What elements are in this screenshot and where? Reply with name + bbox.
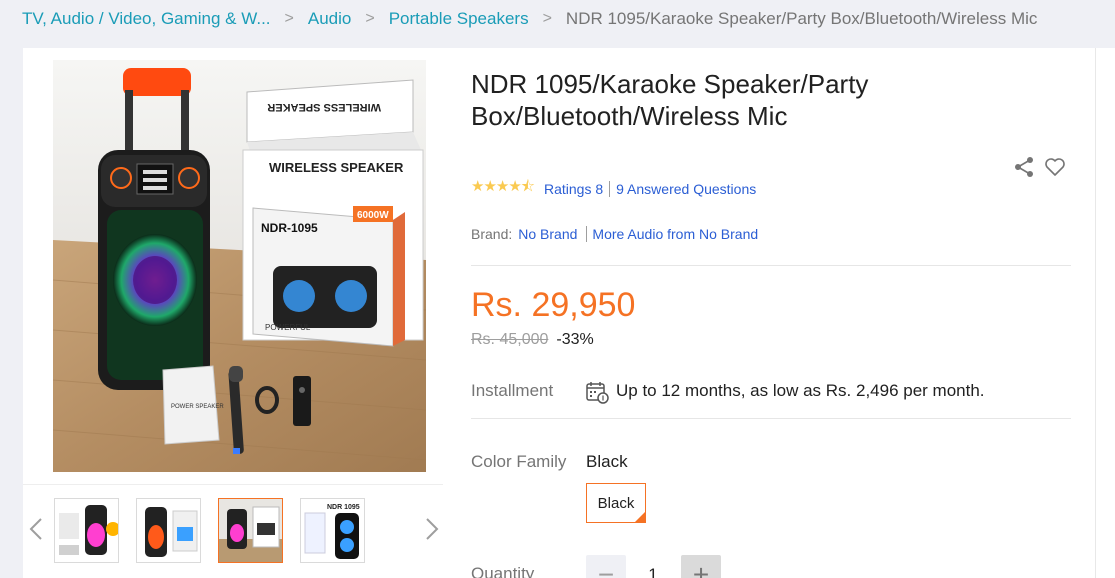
chevron-left-icon[interactable] (25, 513, 49, 545)
main-product-image[interactable]: WIRELESS SPEAKER WIRELESS SPEAKER NDR-10… (53, 60, 426, 472)
share-icon[interactable] (1013, 156, 1035, 178)
calendar-icon (586, 382, 609, 404)
right-panel-edge (1095, 48, 1115, 578)
product-card: WIRELESS SPEAKER WIRELESS SPEAKER NDR-10… (23, 48, 1095, 578)
rating-stars-icon: ★★★★⯪ (471, 178, 535, 195)
breadcrumb-separator: > (542, 10, 552, 27)
brand-link[interactable]: No Brand (518, 226, 577, 242)
box-top-text: WIRELESS SPEAKER (267, 101, 381, 113)
rating-row: ★★★★⯪ Ratings 8 9 Answered Questions (471, 176, 756, 201)
price-discount-row: Rs. 45,000 -33% (471, 331, 594, 349)
ratings-link[interactable]: Ratings 8 (544, 181, 603, 197)
breadcrumb: TV, Audio / Video, Gaming & W... > Audio… (22, 8, 1037, 30)
quantity-decrease-button[interactable]: − (586, 555, 626, 578)
breadcrumb-link-audio[interactable]: Audio (308, 9, 351, 29)
breadcrumb-link-category[interactable]: TV, Audio / Video, Gaming & W... (22, 9, 271, 29)
box-model-text: NDR-1095 (261, 221, 318, 235)
thumbnail-3-active[interactable] (218, 498, 283, 563)
section-divider (471, 418, 1071, 419)
quantity-label: Quantity (471, 564, 535, 578)
brand-label: Brand: (471, 226, 513, 242)
thumbnail-4-label: NDR 1095 (327, 504, 360, 511)
manual-text: POWER SPEAKER (171, 404, 224, 410)
original-price: Rs. 45,000 (471, 331, 549, 348)
quantity-increase-button[interactable]: + (681, 555, 721, 578)
heart-icon[interactable] (1044, 156, 1066, 178)
divider (586, 226, 588, 242)
section-divider (471, 265, 1071, 266)
breadcrumb-separator: > (284, 10, 294, 27)
thumbnail-strip: NDR 1095 (23, 484, 443, 578)
more-from-brand-link[interactable]: More Audio from No Brand (592, 226, 758, 242)
color-family-value: Black (586, 452, 628, 471)
thumbnail-1[interactable] (54, 498, 119, 563)
installment-label: Installment (471, 381, 554, 400)
thumbnail-2[interactable] (136, 498, 201, 563)
box-front-text: WIRELESS SPEAKER (269, 160, 404, 175)
box-powerful-text: POWERFUL (265, 323, 311, 332)
color-family-label: Color Family (471, 452, 567, 471)
breadcrumb-separator: > (365, 10, 375, 27)
color-option-black[interactable]: Black (586, 483, 646, 523)
answered-questions-link[interactable]: 9 Answered Questions (616, 181, 756, 197)
brand-row: Brand: No Brand More Audio from No Brand (471, 226, 758, 242)
color-option-label: Black (597, 494, 635, 512)
thumbnail-4[interactable]: NDR 1095 (300, 498, 365, 563)
chevron-right-icon[interactable] (419, 513, 443, 545)
breadcrumb-link-portable-speakers[interactable]: Portable Speakers (389, 9, 529, 29)
divider (609, 180, 611, 197)
current-price: Rs. 29,950 (471, 286, 636, 324)
discount-badge: -33% (556, 331, 594, 348)
quantity-input[interactable]: 1 (628, 555, 678, 578)
breadcrumb-current: NDR 1095/Karaoke Speaker/Party Box/Bluet… (565, 9, 1038, 28)
box-wattage-text: 6000W (357, 210, 389, 221)
product-title: NDR 1095/Karaoke Speaker/Party Box/Bluet… (471, 69, 869, 131)
installment-text: Up to 12 months, as low as Rs. 2,496 per… (616, 381, 985, 400)
selected-indicator-icon (635, 512, 645, 522)
